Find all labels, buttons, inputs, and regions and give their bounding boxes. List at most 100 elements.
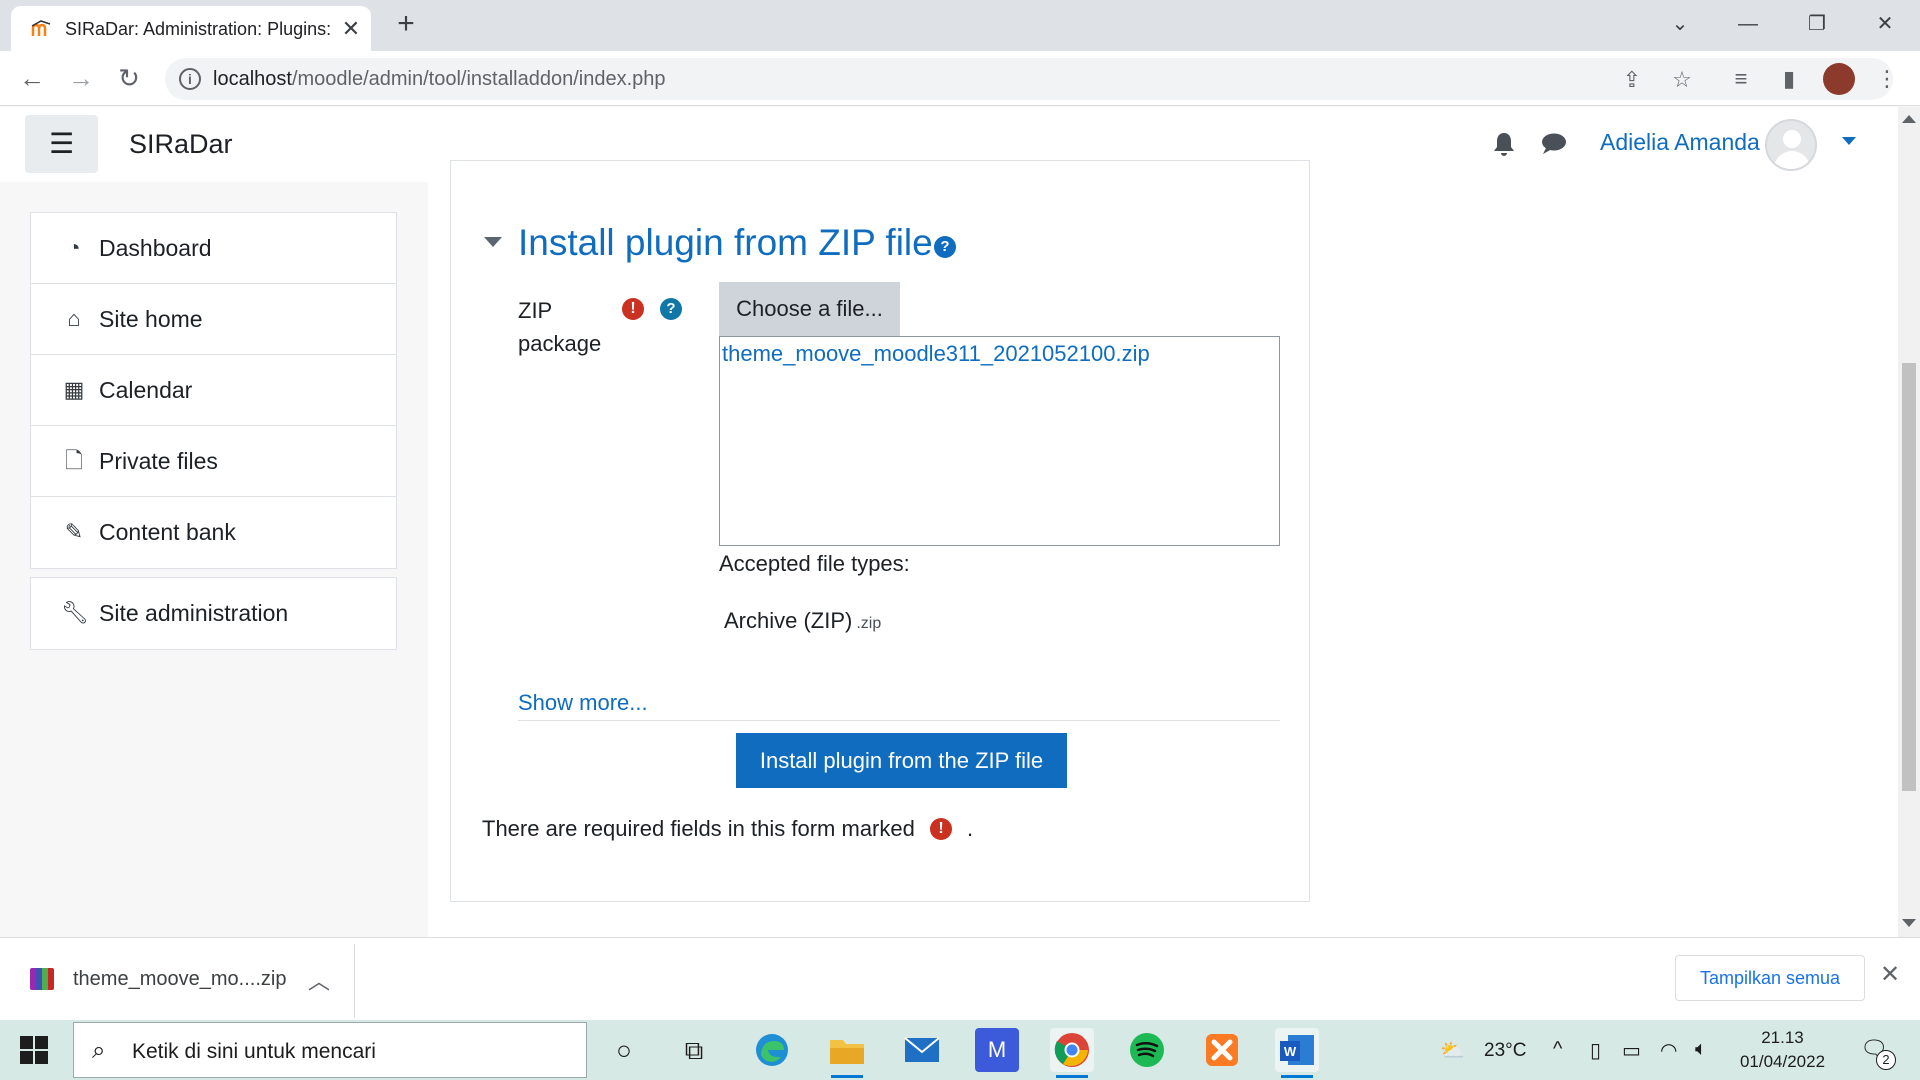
back-icon[interactable]: ←	[14, 61, 50, 97]
section-help-icon[interactable]: ?	[934, 236, 956, 258]
notification-count-badge: 2	[1876, 1050, 1896, 1070]
page-scrollbar[interactable]	[1898, 107, 1920, 937]
address-bar[interactable]: i localhost/moodle/admin/tool/installadd…	[165, 58, 1893, 100]
browser-tab[interactable]: SIRaDar: Administration: Plugins: Instal…	[11, 6, 371, 51]
weather-temperature[interactable]: 23°C	[1484, 1040, 1526, 1062]
nav-item-site-home[interactable]: ⌂ Site home	[31, 284, 396, 355]
taskbar-clock[interactable]: 21.13 01/04/2022	[1735, 1026, 1830, 1074]
file-dropzone[interactable]: theme_moove_moodle311_2021052100.zip	[719, 336, 1280, 546]
svg-text:W: W	[1284, 1044, 1297, 1059]
taskbar-search-box[interactable]: ⌕ Ketik di sini untuk mencari	[73, 1022, 587, 1078]
side-panel-icon[interactable]: ▮	[1774, 64, 1804, 94]
download-item[interactable]: theme_moove_mo....zip ︿	[0, 944, 355, 1018]
forward-icon[interactable]: →	[63, 61, 99, 97]
section-title[interactable]: Install plugin from ZIP file	[518, 222, 933, 264]
wrench-icon: 🔧︎	[61, 600, 89, 625]
chrome-taskbar-icon[interactable]	[1050, 1028, 1094, 1078]
minimize-icon[interactable]: —	[1728, 8, 1768, 40]
share-icon[interactable]: ⇪	[1618, 66, 1646, 94]
filetype-name: Archive (ZIP)	[724, 608, 853, 633]
restore-icon[interactable]: ❐	[1797, 8, 1837, 40]
tray-expand-chevron-icon[interactable]: ^	[1553, 1038, 1562, 1061]
tray-device-icon[interactable]: ▯	[1590, 1038, 1601, 1063]
calendar-icon: ▦	[63, 377, 85, 402]
user-avatar[interactable]	[1765, 119, 1817, 171]
download-shelf: theme_moove_mo....zip ︿ Tampilkan semua …	[0, 937, 1920, 1020]
nav-item-dashboard[interactable]: ◔ Dashboard	[31, 213, 396, 284]
accepted-types-label: Accepted file types:	[719, 551, 910, 576]
url-host: localhost	[213, 68, 292, 90]
nav-item-label: Site administration	[99, 600, 289, 626]
required-fields-note: There are required fields in this form m…	[482, 816, 915, 841]
mail-icon[interactable]	[900, 1028, 944, 1072]
browser-toolbar: ← → ↻ i localhost/moodle/admin/tool/inst…	[0, 51, 1920, 106]
site-brand[interactable]: SIRaDar	[129, 129, 233, 160]
site-info-icon[interactable]: i	[179, 68, 201, 90]
selected-file-link[interactable]: theme_moove_moodle311_2021052100.zip	[722, 341, 1150, 367]
drawer-toggle-button[interactable]: ☰	[25, 115, 98, 173]
zip-package-label: ZIP package	[518, 298, 602, 356]
avatar-head	[1783, 130, 1801, 148]
cortana-icon[interactable]: ○	[602, 1028, 646, 1072]
chrome-menu-icon[interactable]: ⋮	[1872, 64, 1902, 94]
section-collapse-icon[interactable]	[484, 237, 502, 247]
profile-avatar[interactable]	[1823, 63, 1855, 95]
nav-item-site-administration[interactable]: 🔧︎ Site administration	[31, 578, 396, 649]
edge-browser-icon[interactable]	[750, 1028, 794, 1072]
nav-group-admin: 🔧︎ Site administration	[30, 577, 397, 650]
tab-search-chevron-icon[interactable]: ⌄	[1660, 8, 1700, 40]
file-explorer-icon[interactable]	[825, 1028, 869, 1078]
form-divider	[518, 720, 1280, 721]
battery-icon[interactable]: ▭	[1622, 1038, 1641, 1063]
browser-tab-strip: SIRaDar: Administration: Plugins: Instal…	[0, 0, 1920, 51]
show-all-downloads-button[interactable]: Tampilkan semua	[1675, 955, 1865, 1001]
taskbar-search-placeholder: Ketik di sini untuk mencari	[132, 1040, 376, 1063]
choose-file-button[interactable]: Choose a file...	[719, 282, 900, 336]
field-help-icon[interactable]: ?	[660, 298, 682, 320]
required-marker-icon: !	[930, 818, 952, 840]
window-close-icon[interactable]: ✕	[1865, 8, 1905, 40]
nav-item-label: Site home	[99, 306, 203, 332]
media-control-icon[interactable]: ≡	[1726, 64, 1756, 94]
clock-time: 21.13	[1761, 1028, 1804, 1047]
spotify-icon[interactable]	[1125, 1028, 1169, 1072]
new-tab-icon[interactable]: +	[390, 9, 422, 41]
required-icon: !	[622, 298, 644, 320]
messages-chat-icon[interactable]	[1539, 131, 1569, 159]
nav-drawer: ◔ Dashboard ⌂ Site home ▦ Calendar 🗋 Pri…	[0, 182, 428, 937]
install-plugin-button[interactable]: Install plugin from the ZIP file	[736, 733, 1067, 788]
nav-item-private-files[interactable]: 🗋 Private files	[31, 426, 396, 497]
download-options-chevron-icon[interactable]: ︿	[308, 964, 330, 996]
task-view-icon[interactable]: ⧉	[672, 1028, 716, 1072]
volume-icon[interactable]: 🔈︎	[1695, 1038, 1707, 1061]
weather-cloud-icon[interactable]: ⛅	[1440, 1038, 1465, 1063]
reload-icon[interactable]: ↻	[111, 61, 147, 97]
bookmark-star-icon[interactable]: ☆	[1668, 66, 1696, 94]
scroll-thumb[interactable]	[1902, 363, 1916, 791]
mathway-app-icon[interactable]: M	[975, 1028, 1019, 1072]
tab-title: SIRaDar: Administration: Plugins: Instal…	[65, 19, 335, 39]
search-icon: ⌕	[92, 1037, 106, 1064]
show-more-link[interactable]: Show more...	[518, 690, 648, 716]
word-icon[interactable]: W	[1275, 1028, 1319, 1078]
wifi-icon[interactable]: ◠	[1660, 1038, 1677, 1063]
close-shelf-icon[interactable]: ✕	[1880, 960, 1900, 989]
scroll-down-icon[interactable]	[1902, 919, 1916, 927]
xampp-icon[interactable]	[1200, 1028, 1244, 1072]
user-menu-caret-icon[interactable]	[1842, 137, 1856, 145]
filetype-ext: .zip	[856, 615, 882, 632]
scroll-up-icon[interactable]	[1902, 115, 1916, 123]
windows-start-icon[interactable]	[20, 1036, 48, 1064]
nav-item-calendar[interactable]: ▦ Calendar	[31, 355, 396, 426]
file-icon: 🗋	[65, 448, 83, 473]
tab-close-icon[interactable]: ✕	[336, 14, 366, 44]
nav-item-content-bank[interactable]: ✎ Content bank	[31, 497, 396, 568]
active-app-indicator	[831, 1075, 863, 1078]
required-note-period: .	[967, 816, 974, 841]
notifications-bell-icon[interactable]	[1490, 131, 1518, 159]
nav-item-label: Calendar	[99, 377, 193, 403]
nav-item-label: Dashboard	[99, 235, 212, 261]
url-text[interactable]: localhost/moodle/admin/tool/installaddon…	[213, 68, 666, 91]
user-menu-name[interactable]: Adielia Amanda	[1600, 129, 1760, 156]
download-file-name: theme_moove_mo....zip	[73, 968, 287, 990]
